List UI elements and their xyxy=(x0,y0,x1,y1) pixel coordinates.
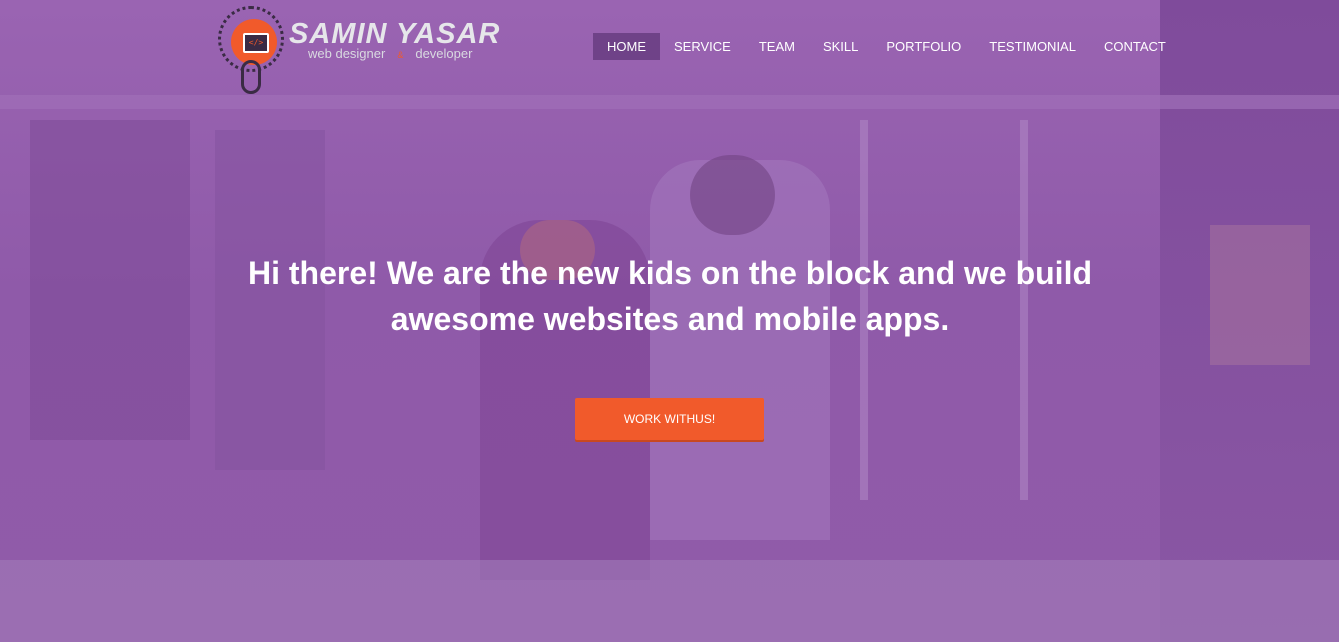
nav-item-testimonial[interactable]: TESTIMONIAL xyxy=(975,33,1090,60)
nav-item-home[interactable]: HOME xyxy=(593,33,660,60)
mouse-icon xyxy=(241,60,261,94)
nav-item-skill[interactable]: SKILL xyxy=(809,33,872,60)
logo-tagline-left: web designer xyxy=(308,46,386,61)
main-nav: HOME SERVICE TEAM SKILL PORTFOLIO TESTIM… xyxy=(593,33,1180,60)
logo-tagline-amp: & xyxy=(397,50,404,60)
logo-tagline-right: developer xyxy=(415,46,473,61)
nav-item-service[interactable]: SERVICE xyxy=(660,33,745,60)
logo-tagline: web designer & developer xyxy=(308,46,472,61)
work-with-us-button[interactable]: WORK WITHUS! xyxy=(575,398,764,440)
site-logo[interactable]: </> SAMIN YASAR web designer & developer xyxy=(215,4,510,96)
hero-section: </> SAMIN YASAR web designer & developer H… xyxy=(0,0,1339,642)
hero-headline-line2: awesome websites and mobile apps. xyxy=(390,301,950,337)
hero-headline: Hi there! We are the new kids on the blo… xyxy=(170,250,1170,342)
nav-item-portfolio[interactable]: PORTFOLIO xyxy=(872,33,975,60)
hero-headline-line1: Hi there! We are the new kids on the blo… xyxy=(248,255,1092,291)
logo-screen-glyph: </> xyxy=(243,33,269,53)
nav-item-team[interactable]: TEAM xyxy=(745,33,809,60)
nav-item-contact[interactable]: CONTACT xyxy=(1090,33,1180,60)
